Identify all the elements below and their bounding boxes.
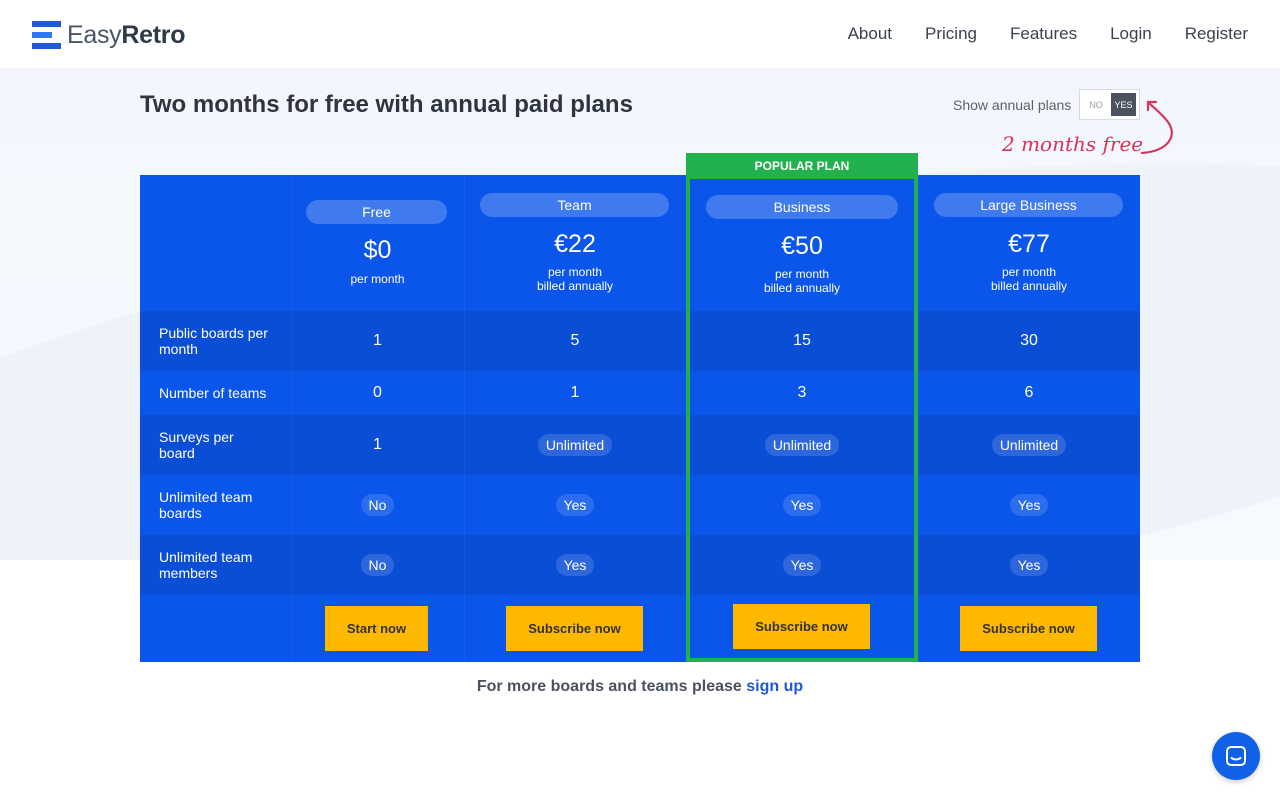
cell-public-boards-free: 1 xyxy=(373,332,382,349)
feature-label-surveys: Surveys per board xyxy=(159,429,234,461)
value-pill: Unlimited xyxy=(537,434,613,456)
two-months-free-note: 2 months free xyxy=(1002,132,1144,156)
subscribe-business-button[interactable]: Subscribe now xyxy=(733,604,870,649)
cell-team-members-team: Yes xyxy=(464,535,686,595)
more-boards-note: For more boards and teams please sign up xyxy=(0,678,1280,696)
easyretro-logo[interactable]: Easy Retro xyxy=(32,20,185,50)
nav-login[interactable]: Login xyxy=(1110,24,1152,44)
value-pill: Unlimited xyxy=(764,434,840,456)
cell-teams-team: 1 xyxy=(570,384,580,401)
annual-plans-toggle[interactable]: NO YES xyxy=(1079,89,1141,120)
logo-icon xyxy=(32,21,61,49)
cell-teams-free: 0 xyxy=(373,384,382,401)
chat-launcher-button[interactable] xyxy=(1212,732,1260,780)
value-pill: Yes xyxy=(782,494,822,516)
chat-icon xyxy=(1226,746,1246,766)
cell-surveys-team: Unlimited xyxy=(464,415,686,475)
cell-team-boards-free: No xyxy=(291,475,464,535)
value-pill: Unlimited xyxy=(991,434,1067,456)
cell-team-members-large-business: Yes xyxy=(918,535,1140,595)
plan-period-team: per month xyxy=(547,265,603,279)
toggle-option-yes[interactable]: YES xyxy=(1110,93,1137,116)
feature-label-public-boards: Public boards per month xyxy=(159,325,268,357)
start-now-button[interactable]: Start now xyxy=(325,606,428,651)
value-pill: No xyxy=(360,554,395,576)
plan-name-team: Team xyxy=(480,193,669,217)
value-pill: Yes xyxy=(555,554,595,576)
subscribe-large-business-button[interactable]: Subscribe now xyxy=(960,606,1097,651)
toggle-option-no[interactable]: NO xyxy=(1083,93,1109,116)
nav-about[interactable]: About xyxy=(848,24,892,44)
more-boards-text: For more boards and teams please xyxy=(476,678,742,695)
plan-name-business: Business xyxy=(706,195,898,219)
value-pill: Yes xyxy=(782,554,822,576)
cell-teams-business: 3 xyxy=(797,384,807,401)
annual-plans-label: Show annual plans xyxy=(953,96,1072,113)
plan-period-business: per month xyxy=(774,267,830,281)
plan-price-free: $0 xyxy=(363,236,392,264)
nav-register[interactable]: Register xyxy=(1185,24,1248,44)
plan-price-team: €22 xyxy=(554,230,596,258)
plan-billing-large-business: billed annually xyxy=(990,279,1068,293)
subscribe-team-button[interactable]: Subscribe now xyxy=(506,606,643,651)
cell-team-boards-business: Yes xyxy=(686,475,918,535)
sign-up-link[interactable]: sign up xyxy=(746,678,803,695)
pricing-table: Free $0 per month Team €22 per month bil… xyxy=(140,175,1140,662)
feature-label-teams: Number of teams xyxy=(159,385,267,401)
plan-period-free: per month xyxy=(350,272,405,286)
cell-team-members-business: Yes xyxy=(686,535,918,595)
plan-billing-business: billed annually xyxy=(763,281,841,295)
cell-public-boards-business: 15 xyxy=(793,332,811,349)
value-pill: No xyxy=(360,494,395,516)
plan-period-large-business: per month xyxy=(1001,265,1057,279)
curved-arrow-icon xyxy=(1140,100,1173,155)
plan-name-free: Free xyxy=(306,200,447,224)
main-nav: About Pricing Features Login Register xyxy=(848,24,1248,44)
cell-team-boards-team: Yes xyxy=(464,475,686,535)
plan-price-business: €50 xyxy=(781,232,823,260)
value-pill: Yes xyxy=(555,494,595,516)
cell-surveys-business: Unlimited xyxy=(686,415,918,475)
page-headline: Two months for free with annual paid pla… xyxy=(140,91,633,118)
cell-public-boards-team: 5 xyxy=(570,332,580,349)
annual-plans-control: Show annual plans NO YES xyxy=(953,89,1141,120)
feature-label-team-boards: Unlimited team boards xyxy=(159,489,253,521)
nav-features[interactable]: Features xyxy=(1010,24,1077,44)
cell-public-boards-large-business: 30 xyxy=(1020,332,1038,349)
logo-text-easy: Easy xyxy=(67,20,122,49)
nav-pricing[interactable]: Pricing xyxy=(925,24,977,44)
cell-teams-large-business: 6 xyxy=(1024,384,1034,401)
cell-team-boards-large-business: Yes xyxy=(918,475,1140,535)
site-header: Easy Retro About Pricing Features Login … xyxy=(0,0,1280,68)
logo-text-retro: Retro xyxy=(121,20,186,49)
plan-name-large-business: Large Business xyxy=(934,193,1123,217)
feature-label-team-members: Unlimited team members xyxy=(159,549,253,581)
plan-billing-team: billed annually xyxy=(536,279,614,293)
popular-plan-badge: POPULAR PLAN xyxy=(686,153,918,179)
cell-team-members-free: No xyxy=(291,535,464,595)
cell-surveys-large-business: Unlimited xyxy=(918,415,1140,475)
value-pill: Yes xyxy=(1009,554,1049,576)
value-pill: Yes xyxy=(1009,494,1049,516)
plan-price-large-business: €77 xyxy=(1008,230,1050,258)
cell-surveys-free: 1 xyxy=(373,436,382,453)
